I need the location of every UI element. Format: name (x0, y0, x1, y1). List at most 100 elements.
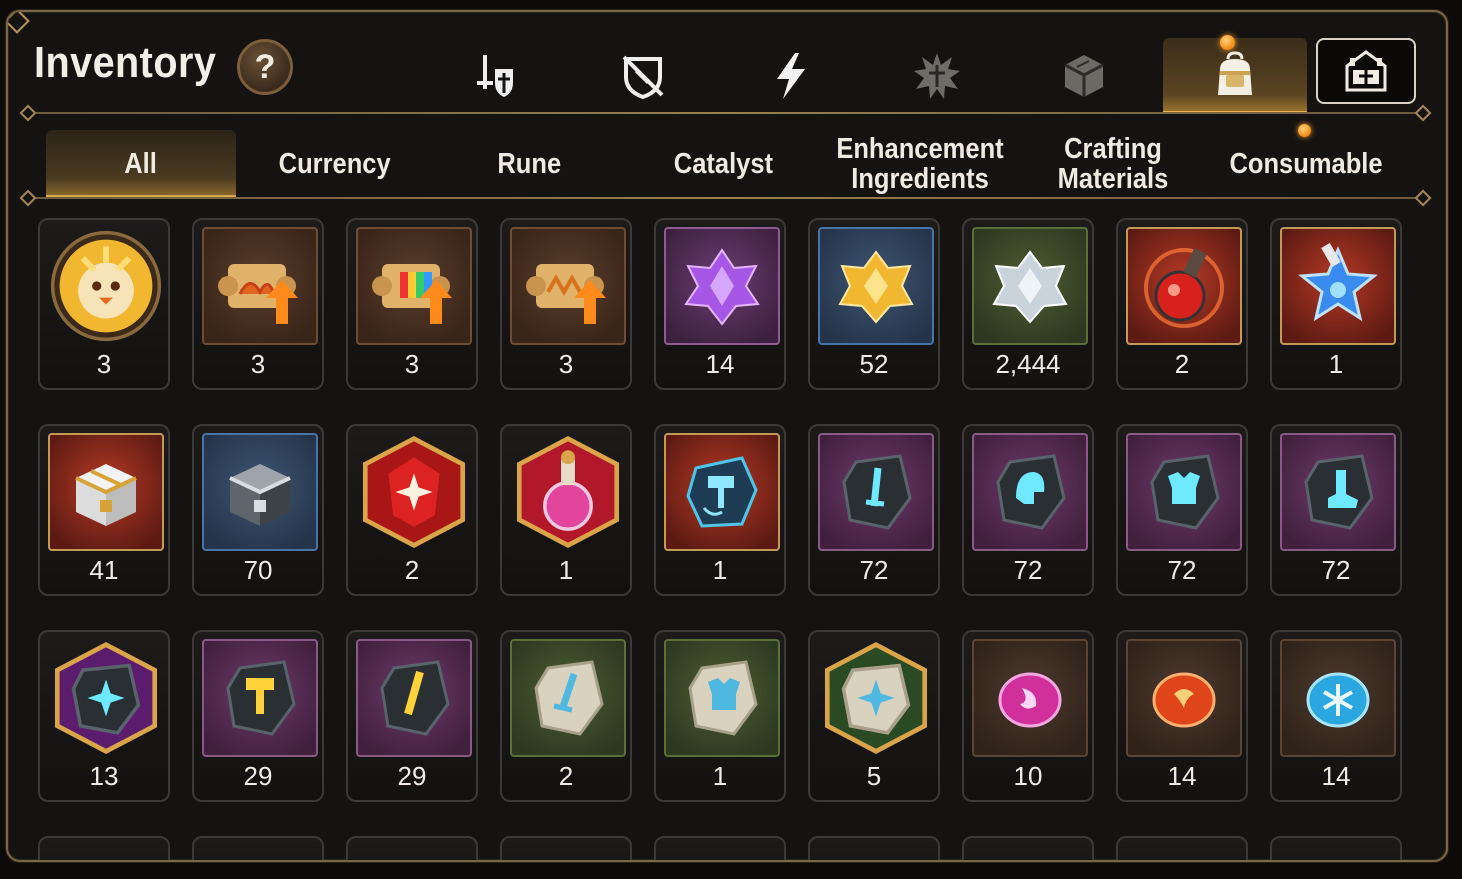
item-count: 14 (705, 349, 735, 379)
sword-shield-icon (477, 55, 513, 97)
item-count: 3 (250, 349, 266, 379)
tab-energy[interactable] (730, 38, 850, 114)
inventory-item[interactable]: 14 (654, 218, 786, 390)
inventory-item[interactable] (192, 836, 324, 860)
page-title: Inventory (34, 38, 217, 87)
hammer-rune-icon (664, 433, 780, 551)
inventory-item[interactable]: 72 (1270, 424, 1402, 596)
inventory-item[interactable]: 2 (346, 424, 478, 596)
divider (28, 112, 1423, 114)
inventory-item[interactable]: 3 (192, 218, 324, 390)
item-count: 72 (1321, 555, 1351, 585)
frost-orb-icon (1280, 639, 1396, 757)
sword-rune-icon (818, 433, 934, 551)
guild-hall-icon (1345, 50, 1387, 92)
inventory-item[interactable]: 3 (500, 218, 632, 390)
broken-shield-icon (622, 55, 664, 100)
inventory-item[interactable]: 72 (1116, 424, 1248, 596)
item-count: 13 (89, 761, 119, 791)
item-count: 1 (712, 555, 728, 585)
item-count: 1 (1328, 349, 1344, 379)
guild-button[interactable] (1316, 38, 1416, 104)
pale-armor-stone-icon (664, 639, 780, 757)
item-count: 5 (866, 761, 882, 791)
gold-hammer-stone-icon (202, 639, 318, 757)
item-count: 2 (558, 761, 574, 791)
inventory-item[interactable]: 1 (500, 424, 632, 596)
helmet-rune-icon (972, 433, 1088, 551)
inventory-item[interactable]: 1 (1270, 218, 1402, 390)
item-count: 2,444 (995, 349, 1061, 379)
fire-scroll-icon (202, 227, 318, 345)
tab-rune[interactable]: Rune (434, 130, 624, 198)
inventory-item[interactable]: 29 (192, 630, 324, 802)
inventory-item[interactable] (808, 836, 940, 860)
burst-emblem-icon (914, 53, 960, 99)
item-count: 29 (397, 761, 427, 791)
inventory-item[interactable]: 3 (38, 218, 170, 390)
gold-scroll-icon (510, 227, 626, 345)
item-count: 1 (558, 555, 574, 585)
star-rune-icon (48, 639, 164, 757)
inventory-item[interactable]: 14 (1270, 630, 1402, 802)
purple-crystal-icon (664, 227, 780, 345)
item-count: 2 (1174, 349, 1190, 379)
inventory-item[interactable]: 14 (1116, 630, 1248, 802)
inventory-item[interactable]: 2 (500, 630, 632, 802)
tab-equipment[interactable] (436, 38, 556, 114)
lightning-icon (777, 53, 805, 99)
item-count: 52 (859, 349, 889, 379)
inventory-item[interactable] (1116, 836, 1248, 860)
inventory-item[interactable]: 70 (192, 424, 324, 596)
divider (28, 197, 1423, 199)
inventory-item[interactable] (654, 836, 786, 860)
boots-rune-icon (1280, 433, 1396, 551)
inventory-item[interactable] (500, 836, 632, 860)
inventory-item[interactable] (38, 836, 170, 860)
tab-materials[interactable] (1024, 38, 1144, 114)
inventory-item[interactable]: 72 (808, 424, 940, 596)
backpack-icon (1218, 51, 1252, 95)
silver-crystal-icon (972, 227, 1088, 345)
inventory-item[interactable]: 3 (346, 218, 478, 390)
phoenix-coin-icon (48, 227, 164, 345)
inventory-item[interactable] (1270, 836, 1402, 860)
inventory-item[interactable] (346, 836, 478, 860)
tab-consumable[interactable]: Consumable (1208, 130, 1404, 198)
tab-all[interactable]: All (46, 130, 236, 198)
inventory-item[interactable]: 1 (654, 424, 786, 596)
gold-blade-stone-icon (356, 639, 472, 757)
inventory-item[interactable]: 13 (38, 630, 170, 802)
tab-currency[interactable]: Currency (240, 130, 430, 198)
item-count: 14 (1167, 761, 1197, 791)
inventory-item[interactable]: 72 (962, 424, 1094, 596)
item-count: 3 (96, 349, 112, 379)
star-potion-icon (1280, 227, 1396, 345)
gold-crystal-icon (818, 227, 934, 345)
tab-crafting-materials[interactable]: Crafting Materials (1018, 130, 1208, 198)
inventory-item[interactable] (962, 836, 1094, 860)
inventory-item[interactable]: 5 (808, 630, 940, 802)
gold-chest-icon (48, 433, 164, 551)
tab-emblems[interactable] (877, 38, 997, 114)
item-count: 3 (404, 349, 420, 379)
tab-artifacts[interactable] (583, 38, 703, 114)
inventory-item[interactable]: 1 (654, 630, 786, 802)
item-count: 72 (1167, 555, 1197, 585)
item-count: 72 (1013, 555, 1043, 585)
item-count: 10 (1013, 761, 1043, 791)
item-count: 41 (89, 555, 119, 585)
inventory-item[interactable]: 10 (962, 630, 1094, 802)
inventory-item[interactable]: 41 (38, 424, 170, 596)
red-charm-icon (356, 433, 472, 551)
help-button[interactable]: ? (237, 39, 293, 95)
tab-enhancement-ingredients[interactable]: Enhancement Ingredients (822, 130, 1018, 198)
inventory-item[interactable]: 52 (808, 218, 940, 390)
inventory-item[interactable]: 2 (1116, 218, 1248, 390)
tab-inventory[interactable] (1163, 38, 1307, 114)
inventory-item[interactable]: 29 (346, 630, 478, 802)
item-count: 1 (712, 761, 728, 791)
tab-catalyst[interactable]: Catalyst (628, 130, 818, 198)
inventory-item[interactable]: 2,444 (962, 218, 1094, 390)
item-count: 3 (558, 349, 574, 379)
